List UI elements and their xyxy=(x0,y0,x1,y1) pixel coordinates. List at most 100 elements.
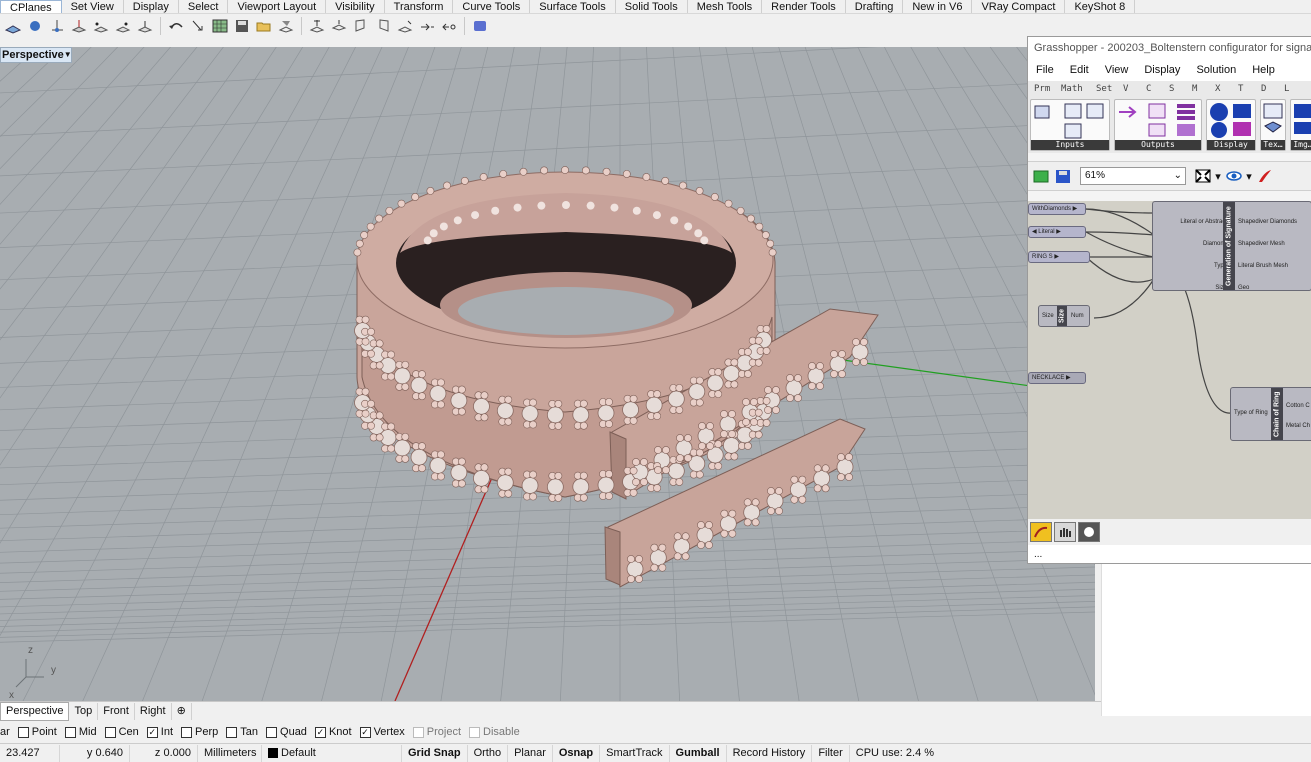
add-viewport-tab-icon[interactable]: ⊕ xyxy=(172,702,192,720)
perspective-viewport[interactable]: z y x xyxy=(0,47,1095,701)
osnap-int[interactable]: ✓ Int xyxy=(146,726,173,738)
osnap-quad[interactable]: Quad xyxy=(266,726,307,738)
cplane-object-icon[interactable] xyxy=(187,16,208,36)
osnap-toggle[interactable]: Osnap xyxy=(553,744,601,762)
tab-keyshot[interactable]: KeyShot 8 xyxy=(1065,0,1136,13)
tab-curve-tools[interactable]: Curve Tools xyxy=(453,0,531,13)
hand-icon[interactable] xyxy=(1054,522,1076,542)
viewport-title[interactable]: Perspective ▼ xyxy=(0,47,72,63)
category-maths[interactable]: Math xyxy=(1055,84,1090,94)
tab-vray-compact[interactable]: VRay Compact xyxy=(972,0,1066,13)
tab-display[interactable]: Display xyxy=(124,0,179,13)
category-l[interactable]: L xyxy=(1278,84,1301,94)
cplane-origin-icon[interactable] xyxy=(46,16,67,36)
param-ring-type[interactable]: RING S ▶ xyxy=(1028,251,1090,263)
cplane-top-icon[interactable] xyxy=(306,16,327,36)
cplane-3pt-icon[interactable] xyxy=(90,16,111,36)
osnap-checkbox[interactable] xyxy=(181,726,193,738)
tab-mesh-tools[interactable]: Mesh Tools xyxy=(688,0,763,13)
osnap-project[interactable]: Project xyxy=(412,726,461,738)
osnap-checkbox[interactable]: ✓ xyxy=(146,726,158,738)
cplane-left-icon[interactable] xyxy=(350,16,371,36)
smarttrack-toggle[interactable]: SmartTrack xyxy=(600,744,670,762)
ribbon-group-outputs-label[interactable]: Outputs xyxy=(1115,140,1201,150)
display-icons[interactable] xyxy=(1207,100,1255,140)
osnap-checkbox[interactable]: ✓ xyxy=(314,726,326,738)
tab-cplanes[interactable]: CPlanes xyxy=(0,0,62,14)
gumball-toggle[interactable]: Gumball xyxy=(670,744,727,762)
dropdown-arrow-icon[interactable]: ▾ xyxy=(1245,166,1253,186)
osnap-tan[interactable]: Tan xyxy=(226,726,258,738)
tab-select[interactable]: Select xyxy=(179,0,229,13)
osnap-point[interactable]: Point xyxy=(17,726,57,738)
cplane-rotate-icon[interactable] xyxy=(438,16,459,36)
param-with-diamonds[interactable]: WithDiamonds ▶ xyxy=(1028,203,1086,215)
menu-file[interactable]: File xyxy=(1028,64,1062,76)
cplane-world-icon[interactable] xyxy=(2,16,23,36)
osnap-checkbox[interactable] xyxy=(226,726,238,738)
cplane-zaxis-icon[interactable] xyxy=(134,16,155,36)
shapediver-icon[interactable] xyxy=(1030,522,1052,542)
category-intersect[interactable]: X xyxy=(1209,84,1232,94)
ribbon-group-inputs-label[interactable]: Inputs xyxy=(1031,140,1109,150)
osnap-checkbox[interactable] xyxy=(64,726,76,738)
osnap-cen[interactable]: Cen xyxy=(104,726,139,738)
tab-visibility[interactable]: Visibility xyxy=(326,0,385,13)
ribbon-group-img-label[interactable]: Img… xyxy=(1291,140,1311,150)
osnap-checkbox[interactable] xyxy=(17,726,29,738)
osnap-perp[interactable]: Perp xyxy=(181,726,218,738)
osnap-ar[interactable]: ar xyxy=(0,726,10,738)
viewport-tab-perspective[interactable]: Perspective xyxy=(0,701,70,721)
open-cplane-icon[interactable] xyxy=(253,16,274,36)
osnap-checkbox[interactable] xyxy=(412,726,424,738)
category-mesh[interactable]: M xyxy=(1186,84,1209,94)
tab-solid-tools[interactable]: Solid Tools xyxy=(616,0,688,13)
cplane-render-icon[interactable] xyxy=(469,16,490,36)
dropdown-arrow-icon[interactable]: ▾ xyxy=(1214,166,1222,186)
viewport-tab-right[interactable]: Right xyxy=(135,702,172,720)
cplane-back-icon[interactable] xyxy=(416,16,437,36)
inputs-icons[interactable] xyxy=(1031,100,1109,140)
osnap-knot[interactable]: ✓ Knot xyxy=(314,726,352,738)
save-file-icon[interactable] xyxy=(1052,166,1073,186)
planar-toggle[interactable]: Planar xyxy=(508,744,553,762)
tab-render-tools[interactable]: Render Tools xyxy=(762,0,846,13)
preview-eye-icon[interactable] xyxy=(1223,166,1244,186)
osnap-vertex[interactable]: ✓ Vertex xyxy=(359,726,405,738)
outputs-icons[interactable] xyxy=(1115,100,1201,140)
menu-solution[interactable]: Solution xyxy=(1188,64,1244,76)
grasshopper-canvas[interactable]: WithDiamonds ▶ ◀ Literal ▶ RING S ▶ Size… xyxy=(1028,201,1311,519)
save-cplane-icon[interactable] xyxy=(231,16,252,36)
osnap-checkbox[interactable] xyxy=(266,726,278,738)
osnap-checkbox[interactable] xyxy=(104,726,116,738)
cplane-elevation-icon[interactable] xyxy=(68,16,89,36)
cplane-undo-icon[interactable] xyxy=(165,16,186,36)
category-surface[interactable]: S xyxy=(1163,84,1186,94)
chevron-down-icon[interactable]: ▼ xyxy=(64,48,72,62)
named-cplane-icon[interactable] xyxy=(275,16,296,36)
ribbon-group-display-label[interactable]: Display xyxy=(1207,140,1255,150)
cplane-xaxis-icon[interactable] xyxy=(112,16,133,36)
cplane-right-icon[interactable] xyxy=(372,16,393,36)
category-curve[interactable]: C xyxy=(1140,84,1163,94)
category-transform[interactable]: T xyxy=(1232,84,1255,94)
tab-surface-tools[interactable]: Surface Tools xyxy=(530,0,616,13)
ribbon-group-tex-label[interactable]: Tex… xyxy=(1261,140,1285,150)
filter-toggle[interactable]: Filter xyxy=(812,744,850,762)
cplane-sphere-icon[interactable] xyxy=(24,16,45,36)
osnap-checkbox[interactable] xyxy=(469,726,481,738)
status-layer[interactable]: Default xyxy=(262,744,402,762)
ortho-toggle[interactable]: Ortho xyxy=(468,744,509,762)
osnap-checkbox[interactable]: ✓ xyxy=(359,726,371,738)
generation-of-signature-component[interactable]: Literal or Abstract Diamond Type Size Ge… xyxy=(1152,201,1311,291)
zoom-select[interactable]: 61% ⌄ xyxy=(1080,167,1186,185)
category-vector[interactable]: V xyxy=(1117,84,1140,94)
grid-snap-toggle[interactable]: Grid Snap xyxy=(402,744,468,762)
category-params[interactable]: Prm xyxy=(1028,84,1055,94)
chain-of-ring-component[interactable]: Type of Ring Chain of Ring Cotton C Meta… xyxy=(1230,387,1311,441)
menu-display[interactable]: Display xyxy=(1136,64,1188,76)
param-necklace[interactable]: NECKLACE ▶ xyxy=(1028,372,1086,384)
record-history-toggle[interactable]: Record History xyxy=(727,744,813,762)
menu-help[interactable]: Help xyxy=(1244,64,1283,76)
tab-drafting[interactable]: Drafting xyxy=(846,0,904,13)
